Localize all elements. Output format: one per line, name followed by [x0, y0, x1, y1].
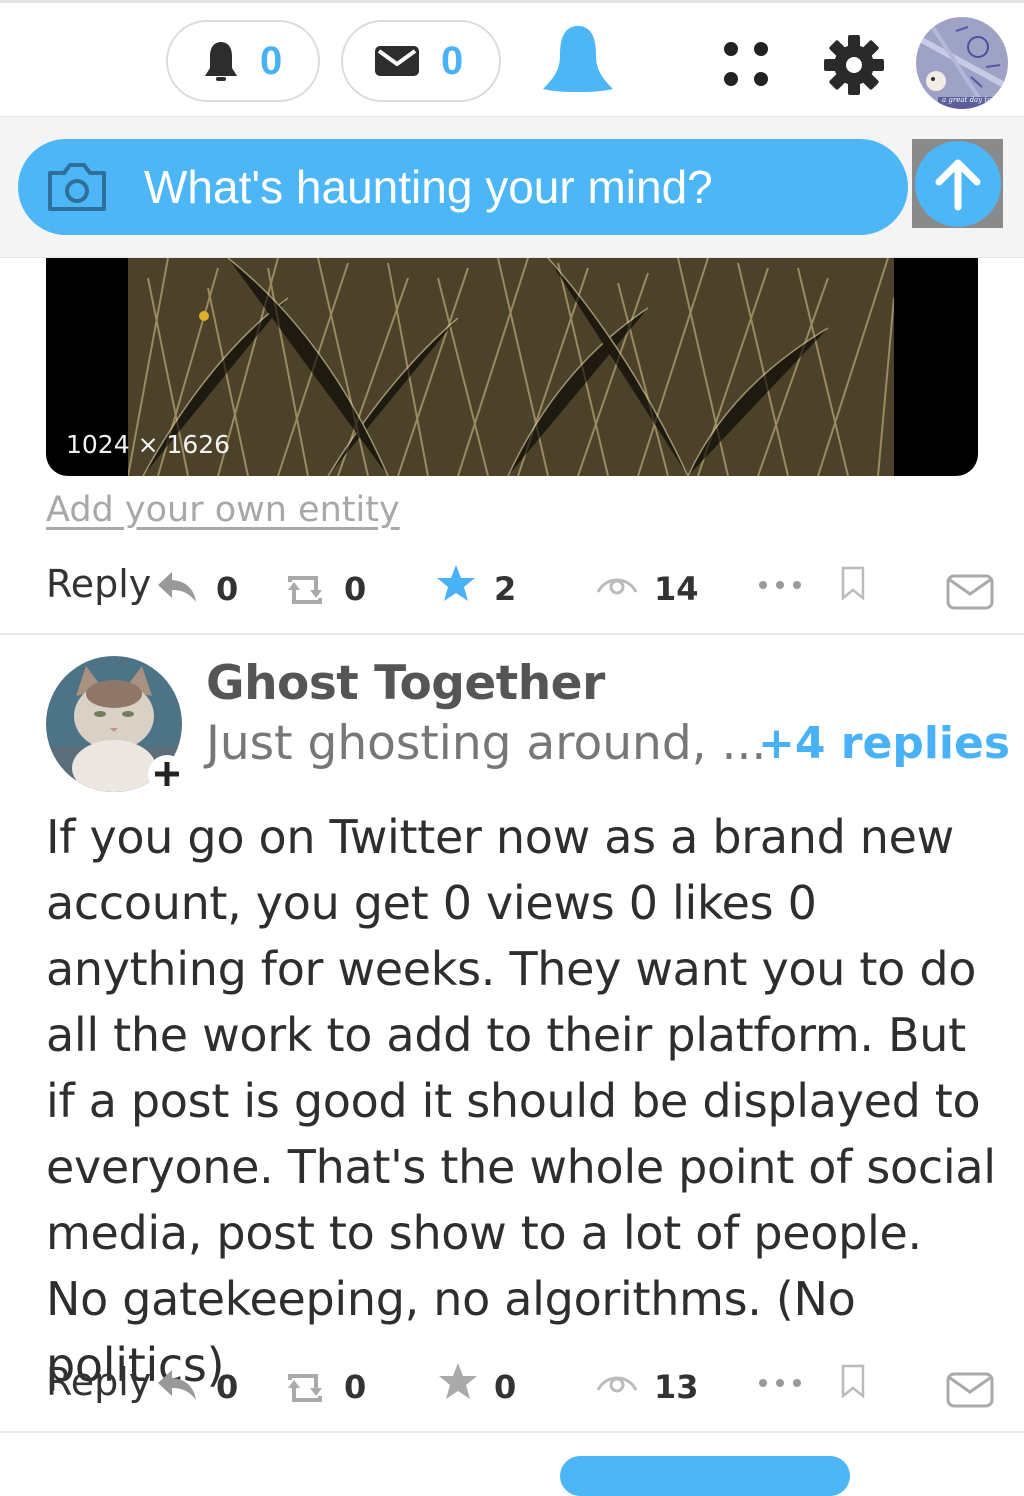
bookmark-icon[interactable]: [840, 1364, 866, 1398]
post-divider: [0, 633, 1024, 635]
reply-count: 0: [216, 570, 239, 608]
messages-count: 0: [441, 38, 464, 83]
messages-button[interactable]: 0: [341, 20, 501, 102]
avatar-badge-text: a great day to: [942, 96, 992, 104]
bookmark-icon[interactable]: [840, 566, 866, 600]
ghost-icon: [543, 26, 613, 92]
ghost-home-button[interactable]: [538, 23, 618, 95]
camera-icon: [48, 163, 106, 211]
apps-menu-button[interactable]: [722, 40, 770, 88]
star-icon[interactable]: [436, 564, 476, 602]
bell-icon: [205, 42, 237, 81]
repost-count: 0: [344, 1368, 367, 1406]
notifications-count: 0: [260, 38, 283, 83]
repost-icon[interactable]: [282, 572, 328, 606]
post-composer-input[interactable]: What's haunting your mind?: [18, 139, 908, 235]
add-entity-link[interactable]: Add your own entity: [46, 490, 400, 530]
submit-post-button[interactable]: [915, 141, 1001, 227]
star-count: 0: [494, 1368, 517, 1406]
reply-arrow-icon[interactable]: [156, 1368, 198, 1402]
reply-count: 0: [216, 1368, 239, 1406]
follow-author-button[interactable]: [148, 755, 186, 793]
reply-button[interactable]: Reply: [46, 562, 151, 606]
reply-button[interactable]: Reply: [46, 1360, 151, 1404]
reply-arrow-icon[interactable]: [156, 570, 198, 604]
media-preview[interactable]: 1024 × 1626: [46, 258, 978, 476]
share-envelope-icon[interactable]: [946, 1372, 994, 1408]
settings-button[interactable]: [822, 33, 886, 97]
author-name[interactable]: Ghost Together: [206, 656, 605, 711]
plus-icon: [155, 762, 179, 786]
eye-icon: [596, 578, 638, 595]
view-count: 13: [654, 1368, 699, 1406]
next-post-button[interactable]: [560, 1456, 850, 1496]
author-tagline: Just ghosting around, ...: [206, 716, 767, 771]
user-avatar[interactable]: a great day to: [916, 17, 1008, 109]
replies-link[interactable]: +4 replies: [758, 718, 1010, 769]
top-bar: 0 0 a great day to: [0, 0, 1024, 116]
star-icon[interactable]: [438, 1362, 478, 1400]
post-divider: [0, 1431, 1024, 1433]
post-body: If you go on Twitter now as a brand new …: [46, 810, 996, 1392]
notifications-button[interactable]: 0: [166, 20, 320, 102]
more-options-icon[interactable]: [758, 580, 806, 590]
repost-icon[interactable]: [282, 1370, 328, 1404]
share-envelope-icon[interactable]: [946, 574, 994, 610]
grid-dots-icon: [724, 42, 768, 86]
arrow-up-icon: [935, 159, 981, 211]
more-options-icon[interactable]: [758, 1378, 806, 1388]
envelope-icon: [375, 46, 419, 76]
eye-icon: [596, 1376, 638, 1393]
star-count: 2: [494, 570, 517, 608]
composer-placeholder: What's haunting your mind?: [144, 161, 713, 213]
media-dimensions-label: 1024 × 1626: [66, 430, 231, 459]
view-count: 14: [654, 570, 699, 608]
post-actions-row: Reply 0 0 0 13: [46, 1360, 996, 1410]
post-actions-row: Reply 0 0 2 14: [46, 562, 996, 612]
repost-count: 0: [344, 570, 367, 608]
grass-photo: [128, 258, 894, 476]
gear-icon: [824, 35, 884, 95]
